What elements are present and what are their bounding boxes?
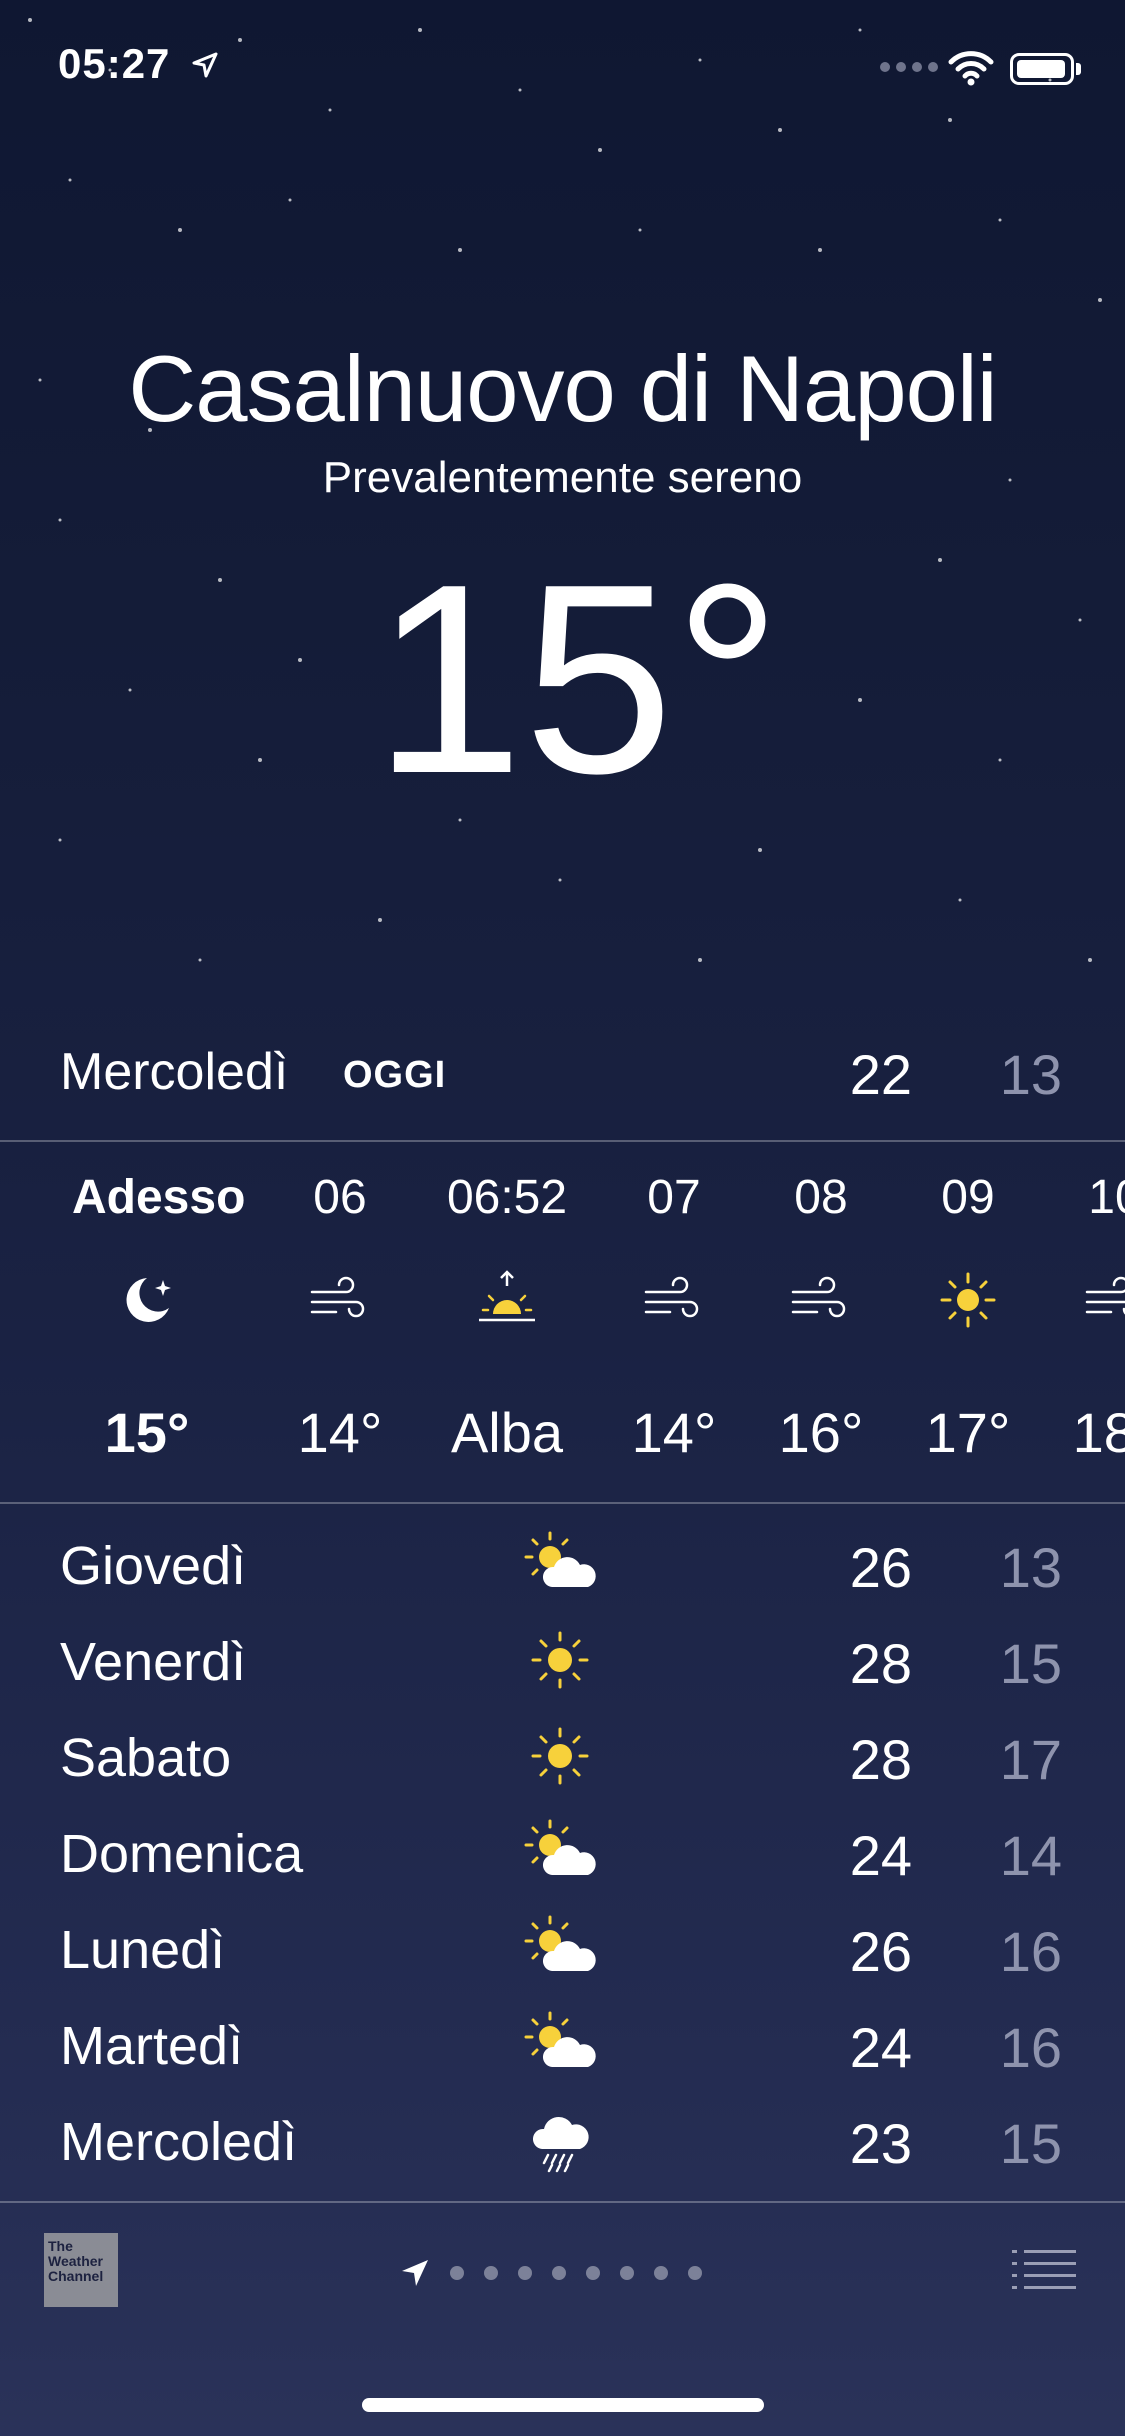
current-temperature: 15° <box>373 529 782 830</box>
hour-temp: 15° <box>104 1401 190 1464</box>
page-dot <box>518 2266 532 2280</box>
today-summary: Mercoledì OGGI 22 13 <box>0 1030 1125 1140</box>
hour-item: 10 18° <box>1040 1145 1125 1500</box>
day-high: 23 <box>849 2112 912 2175</box>
day-high: 26 <box>849 1920 912 1983</box>
hour-label: 07 <box>647 1171 701 1224</box>
hour-item: 09 17° <box>893 1145 1043 1500</box>
status-time: 05:27 <box>58 40 171 87</box>
day-name: Lunedì <box>60 1920 226 1980</box>
page-dot <box>586 2266 600 2280</box>
status-bar: 05:27 <box>0 0 1125 140</box>
day-low: 16 <box>999 2016 1062 2079</box>
page-dot <box>654 2266 668 2280</box>
page-dot <box>484 2266 498 2280</box>
hour-item: 08 16° <box>746 1145 896 1500</box>
day-high: 28 <box>849 1632 912 1695</box>
hour-item: 06:52 Alba <box>432 1145 582 1500</box>
home-indicator[interactable] <box>362 2398 764 2412</box>
day-high: 24 <box>849 1824 912 1887</box>
day-high: 28 <box>849 1728 912 1791</box>
page-dot <box>620 2266 634 2280</box>
weather-condition: Prevalentemente sereno <box>322 453 803 502</box>
sunrise-icon <box>479 1270 535 1322</box>
list-item: Domenica 24 14 <box>0 1803 1125 1899</box>
hour-label: Adesso <box>72 1171 246 1224</box>
day-low: 16 <box>999 1920 1062 1983</box>
sun-icon <box>940 1272 996 1328</box>
page-dot <box>552 2266 566 2280</box>
list-item: Venerdì 28 15 <box>0 1611 1125 1707</box>
today-day: Mercoledì <box>60 1043 289 1101</box>
list-item: Lunedì 26 16 <box>0 1899 1125 1995</box>
hour-label: 10 <box>1088 1171 1125 1224</box>
location-arrow-icon <box>402 2260 428 2286</box>
hour-label: 06 <box>313 1171 367 1224</box>
hour-temp: 18° <box>1072 1401 1125 1464</box>
sun-icon <box>531 1631 589 1689</box>
wind-icon <box>644 1276 699 1318</box>
battery-icon <box>1010 53 1074 85</box>
day-name: Domenica <box>60 1824 304 1884</box>
day-name: Giovedì <box>60 1536 247 1596</box>
list-item: Mercoledì 23 15 <box>0 2091 1125 2187</box>
list-item: Sabato 28 17 <box>0 1707 1125 1803</box>
list-icon[interactable] <box>1012 2248 1076 2292</box>
hour-temp: Alba <box>450 1401 564 1464</box>
hour-label: 09 <box>941 1171 995 1224</box>
location-arrow-icon <box>192 52 218 78</box>
hour-item: 07 14° <box>599 1145 749 1500</box>
list-item: Martedì 24 16 <box>0 1995 1125 2091</box>
day-name: Mercoledì <box>60 2112 298 2172</box>
hour-temp: 14° <box>297 1401 383 1464</box>
hour-label: 06:52 <box>446 1171 568 1224</box>
city-name: Casalnuovo di Napoli <box>128 336 997 441</box>
bottom-toolbar: The Weather Channel <box>0 2203 1125 2363</box>
divider <box>0 1502 1125 1504</box>
hour-temp: 14° <box>631 1401 717 1464</box>
day-low: 17 <box>999 1728 1062 1791</box>
day-name: Venerdì <box>60 1632 247 1692</box>
weather-channel-logo[interactable]: The Weather Channel <box>44 2233 118 2307</box>
hourly-forecast-strip[interactable]: Adesso 15° 06 14° 06:52 Alba 07 14° 08 1… <box>0 1145 1125 1500</box>
hour-item: 06 14° <box>265 1145 415 1500</box>
divider <box>0 1140 1125 1142</box>
list-item: Giovedì 26 13 <box>0 1515 1125 1611</box>
today-low: 13 <box>999 1043 1062 1106</box>
wifi-icon <box>948 51 994 86</box>
moon-icon <box>126 1278 171 1322</box>
partly-cloudy-icon <box>524 1531 596 1587</box>
partly-cloudy-icon <box>524 1915 596 1971</box>
day-high: 24 <box>849 2016 912 2079</box>
wind-icon <box>310 1276 365 1318</box>
page-dot <box>688 2266 702 2280</box>
page-dot <box>450 2266 464 2280</box>
day-name: Sabato <box>60 1728 232 1788</box>
today-high: 22 <box>849 1043 912 1106</box>
wind-icon <box>1085 1276 1125 1315</box>
hour-label: 08 <box>794 1171 848 1224</box>
hour-temp: 17° <box>925 1401 1011 1464</box>
sun-icon <box>531 1727 589 1785</box>
partly-cloudy-icon <box>524 2011 596 2067</box>
hour-item: Adesso 15° <box>72 1145 246 1500</box>
today-label: OGGI <box>343 1054 447 1096</box>
rain-cloud-icon <box>532 2116 589 2173</box>
day-high: 26 <box>849 1536 912 1599</box>
day-low: 15 <box>999 2112 1062 2175</box>
cellular-signal-icon <box>880 62 938 72</box>
day-low: 14 <box>999 1824 1062 1887</box>
day-low: 13 <box>999 1536 1062 1599</box>
day-name: Martedì <box>60 2016 244 2076</box>
hour-temp: 16° <box>778 1401 864 1464</box>
battery-nub <box>1076 63 1081 75</box>
day-low: 15 <box>999 1632 1062 1695</box>
page-indicator[interactable] <box>400 2258 702 2288</box>
wind-icon <box>791 1276 846 1318</box>
partly-cloudy-icon <box>524 1819 596 1875</box>
